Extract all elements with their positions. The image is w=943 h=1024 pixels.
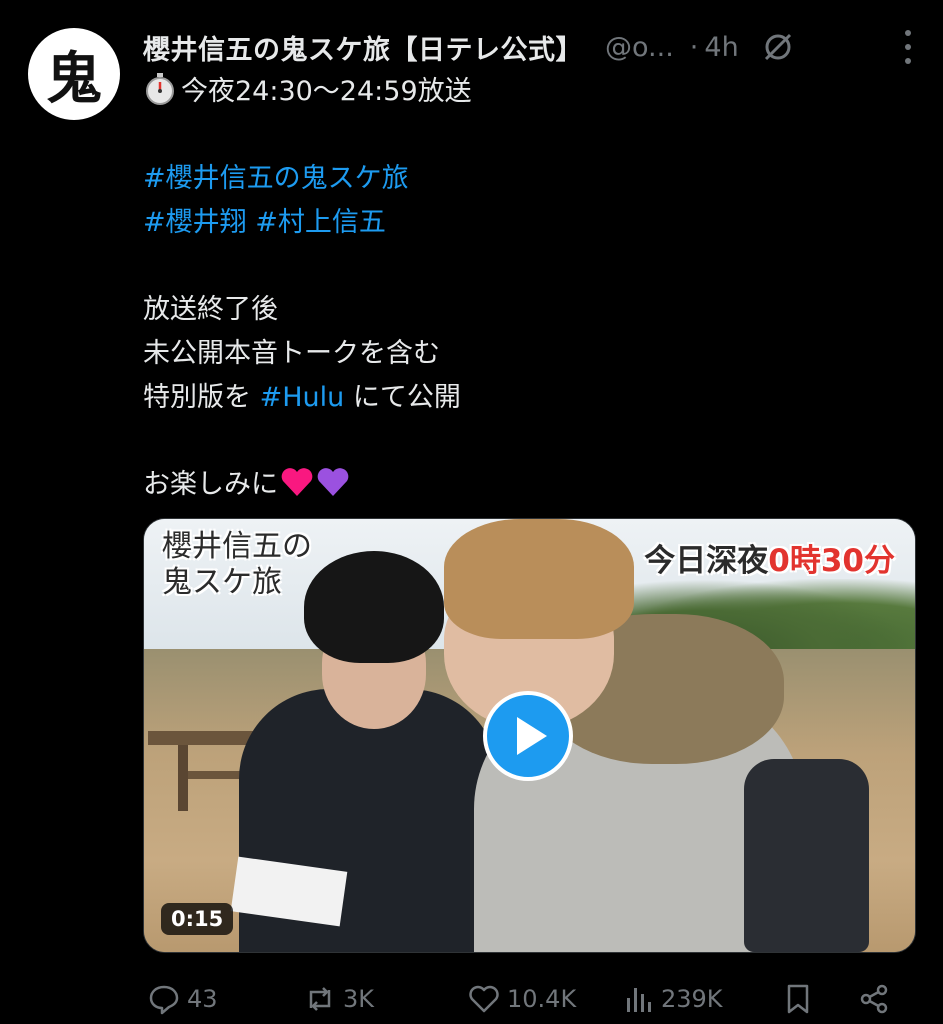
repost-count: 3K	[343, 985, 375, 1013]
body-line: 特別版を #Hulu にて公開	[143, 376, 903, 420]
hashtag-link[interactable]: #櫻井信五の鬼スケ旅	[143, 163, 409, 194]
avatar[interactable]: 鬼	[28, 28, 120, 120]
views-icon	[627, 988, 651, 1012]
body-text: 特別版を	[143, 382, 260, 413]
view-count: 239K	[661, 985, 723, 1013]
purple-heart-emoji	[316, 467, 350, 497]
red-heart-emoji	[280, 467, 314, 497]
hashtag-link[interactable]: #Hulu	[260, 382, 345, 413]
reply-button[interactable]: 43	[147, 982, 218, 1016]
person-left-hair	[304, 551, 444, 663]
person-right-hair	[444, 519, 634, 639]
tweet-time[interactable]: 4h	[704, 32, 738, 63]
repost-icon	[309, 987, 331, 1011]
bookmark-button[interactable]	[781, 982, 815, 1016]
share-button[interactable]	[857, 982, 891, 1016]
bookmark-icon	[787, 984, 809, 1014]
views-button[interactable]: 239K	[621, 982, 723, 1016]
more-icon[interactable]	[903, 30, 913, 64]
reply-icon	[149, 985, 179, 1015]
share-icon	[860, 984, 888, 1014]
avatar-glyph: 鬼	[46, 45, 102, 112]
body-text: お楽しみに	[143, 469, 278, 500]
tweet-text: 今夜24:30～24:59放送 #櫻井信五の鬼スケ旅 #櫻井翔 #村上信五 放送…	[143, 70, 903, 507]
play-button[interactable]	[483, 691, 573, 781]
hashtag-link[interactable]: #櫻井翔	[143, 207, 247, 238]
display-name[interactable]: 櫻井信五の鬼スケ旅【日テレ公式】	[143, 28, 583, 67]
user-handle[interactable]: @o...	[605, 32, 674, 63]
hashtag-link[interactable]: #村上信五	[255, 207, 386, 238]
separator-dot: ·	[689, 31, 699, 63]
airtime-overlay: 今日深夜0時30分	[644, 535, 895, 580]
action-bar: 43 3K 10.4K 239K	[143, 974, 903, 1024]
body-text: にて公開	[344, 382, 461, 413]
video-thumbnail[interactable]: 櫻井信五の鬼スケ旅 今日深夜0時30分 0:15	[143, 518, 916, 953]
show-title-overlay: 櫻井信五の鬼スケ旅	[162, 529, 312, 600]
like-button[interactable]: 10.4K	[467, 982, 576, 1016]
body-line: お楽しみに	[143, 463, 903, 507]
grok-icon[interactable]	[761, 30, 795, 64]
broadcast-time: 今夜24:30～24:59放送	[181, 76, 472, 107]
backpack	[744, 759, 869, 952]
like-count: 10.4K	[507, 985, 577, 1013]
video-duration: 0:15	[161, 903, 234, 935]
play-icon	[517, 717, 547, 755]
broadcast-line: 今夜24:30～24:59放送	[143, 70, 903, 114]
stopwatch-icon	[143, 72, 177, 106]
repost-button[interactable]: 3K	[303, 982, 374, 1016]
body-line: 未公開本音トークを含む	[143, 338, 440, 369]
reply-count: 43	[187, 985, 218, 1013]
tweet-header: 櫻井信五の鬼スケ旅【日テレ公式】 @o... · 4h	[143, 24, 923, 70]
airtime-label: 今日深夜	[644, 543, 769, 579]
body-line: 放送終了後	[143, 294, 278, 325]
like-icon	[469, 985, 499, 1013]
airtime-value: 0時30分	[768, 543, 895, 579]
